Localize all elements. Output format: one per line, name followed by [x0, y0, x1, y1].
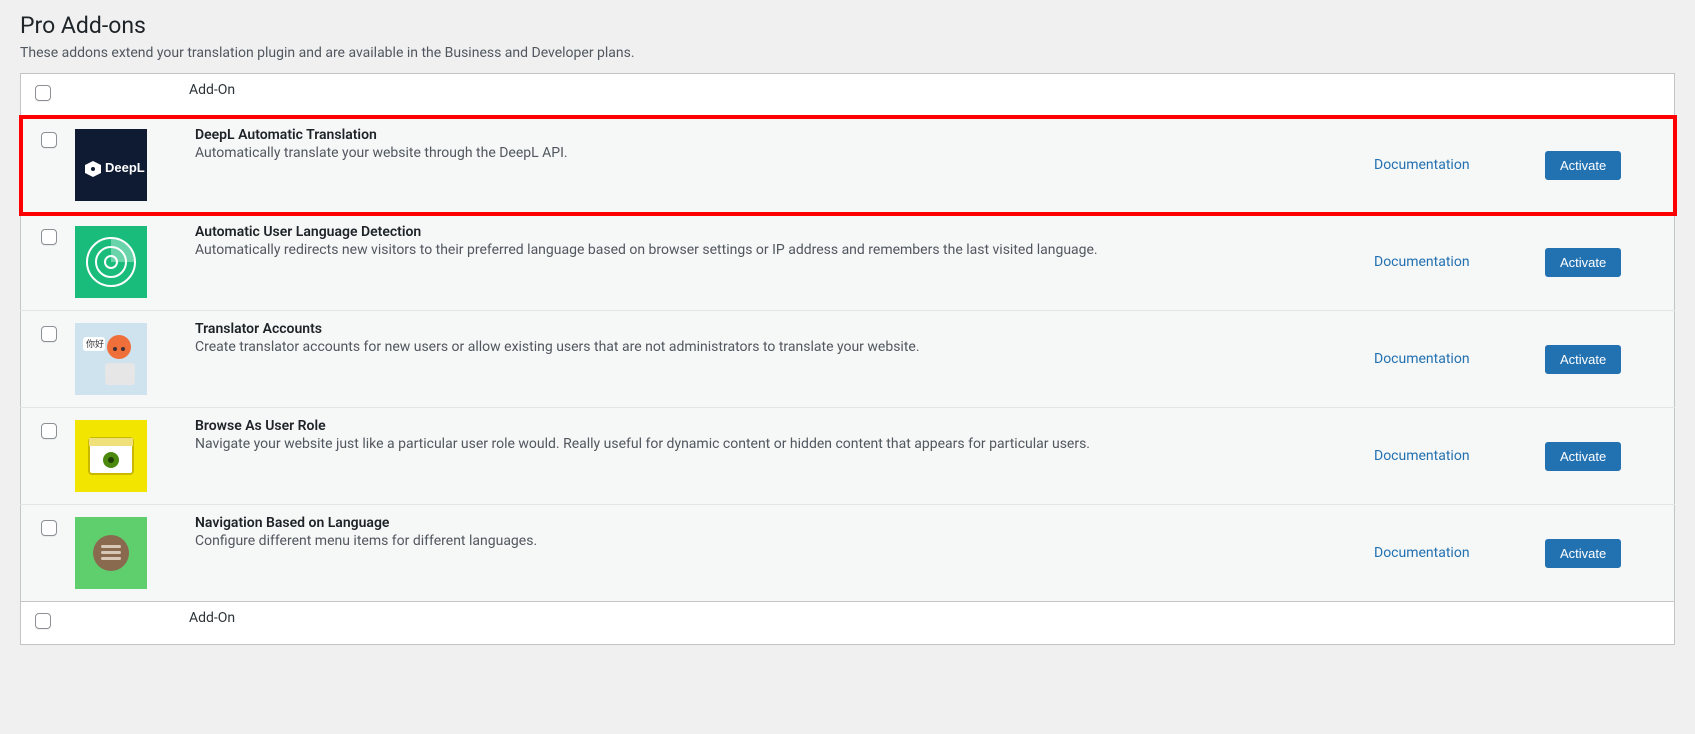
- row-text-cell: Automatic User Language Detection Automat…: [179, 214, 1373, 311]
- eye-icon: [75, 420, 147, 492]
- table-row: DeepL DeepL Automatic Translation Automati…: [21, 117, 1675, 214]
- row-checkbox-cell: [21, 408, 76, 505]
- footer-addon-label: Add-On: [179, 602, 1373, 645]
- addon-description: Configure different menu items for diffe…: [195, 533, 1363, 549]
- row-doc-cell: Documentation: [1373, 214, 1544, 311]
- row-text-cell: DeepL Automatic Translation Automatically…: [179, 117, 1373, 214]
- footer-action-cell: [1544, 602, 1675, 645]
- table-row: Automatic User Language Detection Automat…: [21, 214, 1675, 311]
- row-icon-cell: [75, 408, 179, 505]
- addon-description: Create translator accounts for new users…: [195, 339, 1363, 355]
- addon-title: Browse As User Role: [195, 418, 1363, 434]
- documentation-link[interactable]: Documentation: [1374, 448, 1470, 464]
- row-text-cell: Navigation Based on Language Configure di…: [179, 505, 1373, 602]
- activate-button[interactable]: Activate: [1545, 539, 1621, 568]
- row-doc-cell: Documentation: [1373, 505, 1544, 602]
- addon-title: Translator Accounts: [195, 321, 1363, 337]
- row-checkbox-cell: [21, 214, 76, 311]
- radar-icon: [75, 226, 147, 298]
- row-checkbox[interactable]: [41, 132, 57, 148]
- activate-button[interactable]: Activate: [1545, 151, 1621, 180]
- row-doc-cell: Documentation: [1373, 311, 1544, 408]
- row-action-cell: Activate: [1544, 117, 1675, 214]
- header-addon-label: Add-On: [179, 74, 1373, 117]
- addons-section: Pro Add-ons These addons extend your tra…: [0, 12, 1695, 685]
- row-checkbox[interactable]: [41, 229, 57, 245]
- row-checkbox[interactable]: [41, 423, 57, 439]
- row-text-cell: Browse As User Role Navigate your website…: [179, 408, 1373, 505]
- row-checkbox[interactable]: [41, 520, 57, 536]
- row-action-cell: Activate: [1544, 214, 1675, 311]
- select-all-checkbox-bottom[interactable]: [35, 613, 51, 629]
- row-checkbox[interactable]: [41, 326, 57, 342]
- documentation-link[interactable]: Documentation: [1374, 545, 1470, 561]
- addons-table: Add-On DeepL DeepL Automatic Translation A…: [20, 73, 1675, 645]
- documentation-link[interactable]: Documentation: [1374, 351, 1470, 367]
- header-icon-cell: [75, 74, 179, 117]
- row-action-cell: Activate: [1544, 505, 1675, 602]
- row-checkbox-cell: [21, 117, 76, 214]
- table-row: Navigation Based on Language Configure di…: [21, 505, 1675, 602]
- section-description: These addons extend your translation plu…: [20, 45, 1675, 61]
- svg-text:DeepL: DeepL: [105, 160, 145, 175]
- header-checkbox-cell: [21, 74, 76, 117]
- menu-icon: [75, 517, 147, 589]
- row-checkbox-cell: [21, 505, 76, 602]
- table-row: 你好 Translator Accounts Create translator a…: [21, 311, 1675, 408]
- row-action-cell: Activate: [1544, 311, 1675, 408]
- row-checkbox-cell: [21, 311, 76, 408]
- header-action-cell: [1544, 74, 1675, 117]
- addon-description: Navigate your website just like a partic…: [195, 436, 1363, 452]
- svg-text:你好: 你好: [86, 338, 104, 350]
- addon-title: Automatic User Language Detection: [195, 224, 1363, 240]
- row-icon-cell: 你好: [75, 311, 179, 408]
- activate-button[interactable]: Activate: [1545, 442, 1621, 471]
- addon-title: DeepL Automatic Translation: [195, 127, 1363, 143]
- row-doc-cell: Documentation: [1373, 408, 1544, 505]
- select-all-checkbox-top[interactable]: [35, 85, 51, 101]
- activate-button[interactable]: Activate: [1545, 248, 1621, 277]
- row-text-cell: Translator Accounts Create translator acc…: [179, 311, 1373, 408]
- footer-doc-cell: [1373, 602, 1544, 645]
- addon-title: Navigation Based on Language: [195, 515, 1363, 531]
- row-doc-cell: Documentation: [1373, 117, 1544, 214]
- section-title: Pro Add-ons: [20, 12, 1675, 39]
- translator-person-icon: 你好: [75, 323, 147, 395]
- footer-icon-cell: [75, 602, 179, 645]
- documentation-link[interactable]: Documentation: [1374, 157, 1470, 173]
- row-action-cell: Activate: [1544, 408, 1675, 505]
- row-icon-cell: DeepL: [75, 117, 179, 214]
- row-icon-cell: [75, 505, 179, 602]
- addon-description: Automatically translate your website thr…: [195, 145, 1363, 161]
- addon-description: Automatically redirects new visitors to …: [195, 242, 1363, 258]
- footer-checkbox-cell: [21, 602, 76, 645]
- row-icon-cell: [75, 214, 179, 311]
- deepl-icon: DeepL: [75, 129, 147, 201]
- activate-button[interactable]: Activate: [1545, 345, 1621, 374]
- header-doc-cell: [1373, 74, 1544, 117]
- table-row: Browse As User Role Navigate your website…: [21, 408, 1675, 505]
- documentation-link[interactable]: Documentation: [1374, 254, 1470, 270]
